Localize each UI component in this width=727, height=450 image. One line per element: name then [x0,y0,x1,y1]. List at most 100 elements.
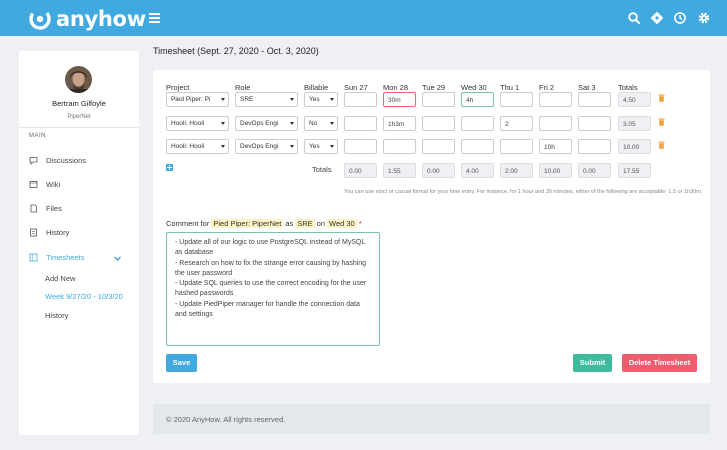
time-input-tue[interactable] [422,116,455,131]
sidebar-item-label: Files [46,203,62,213]
row-total: 4.50 [618,92,651,107]
add-row-button[interactable] [166,164,173,171]
search-icon[interactable] [627,11,641,25]
column-total-mon: 1.55 [383,163,416,178]
sidebar-item-timesheets[interactable]: Timesheets [29,250,134,264]
delete-timesheet-button[interactable]: Delete Timesheet [622,354,697,372]
copyright-text: © 2020 AnyHow. All rights reserved. [166,415,286,424]
trash-icon[interactable] [658,141,665,149]
column-header-billable: Billable [304,83,329,92]
time-input-sat[interactable] [578,92,611,107]
column-header-totals: Totals [618,83,638,92]
column-header-thu: Thu 1 [500,83,520,92]
comment-role: SRE [295,219,315,228]
book-icon [29,180,38,188]
billable-select[interactable]: Yes [304,92,338,107]
user-org: PiperNet [67,114,91,120]
role-select[interactable]: DevOps Engi [235,116,298,131]
sidebar-item-label: Discussions [46,155,87,165]
timesheet-icon [29,253,38,261]
clock-icon[interactable] [673,11,687,25]
column-header-role: Role [235,83,251,92]
sidebar-item-discussions[interactable]: Discussions [29,153,134,167]
gear-icon[interactable] [697,11,711,25]
time-input-fri[interactable]: 10h [539,139,572,154]
divider [19,127,139,128]
project-select[interactable]: Pied Piper: Pi [166,92,229,107]
sidebar-item-history[interactable]: History [29,225,134,239]
app-name: anyhow [56,7,146,31]
time-input-mon[interactable]: 1h3m [383,116,416,131]
row-total: 10.00 [618,139,651,154]
column-header-sat: Sat 3 [578,83,596,92]
time-input-wed[interactable]: 4h [461,92,494,107]
required-marker: * [358,219,362,228]
sidebar: Bertram Gilfoyle PiperNet MAIN Discussio… [19,51,139,435]
project-select[interactable]: Hooli: Hooli [166,139,229,154]
comment-project: Pied Piper: PiperNet [211,219,284,228]
submit-button[interactable]: Submit [573,354,612,372]
trash-icon[interactable] [658,118,665,126]
avatar[interactable] [65,66,92,93]
column-header-mon: Mon 28 [383,83,409,92]
project-select[interactable]: Hooli: Hooli [166,116,229,131]
time-input-sat[interactable] [578,139,611,154]
logo-icon [29,8,51,30]
compass-icon[interactable] [650,11,664,25]
footer: © 2020 AnyHow. All rights reserved. [153,404,710,434]
chat-icon [29,156,38,165]
sidebar-item-wiki[interactable]: Wiki [29,177,134,191]
comment-label: Comment for Pied Piper: PiperNet as SRE … [166,219,362,228]
logo[interactable]: anyhow [29,7,146,31]
time-input-tue[interactable] [422,92,455,107]
time-input-fri[interactable] [539,116,572,131]
chevron-down-icon [114,256,121,261]
column-header-project: Project [166,83,190,92]
time-input-mon[interactable]: 30m [383,92,416,107]
sidebar-subitem-current-week[interactable]: Week 9/27/20 - 10/3/20 [45,292,123,301]
comment-textarea[interactable]: - Update all of our logic to use Postgre… [166,232,380,346]
timesheet-card: Project Role Billable Sun 27 Mon 28 Tue … [153,70,710,383]
history-icon [30,228,37,236]
column-total-sat: 0.00 [578,163,611,178]
sidebar-item-files[interactable]: Files [29,201,134,215]
time-input-sun[interactable] [344,92,377,107]
time-input-wed[interactable] [461,116,494,131]
column-header-sun: Sun 27 [344,83,368,92]
column-total-wed: 4.00 [461,163,494,178]
role-select[interactable]: DevOps Engi [235,139,298,154]
column-header-fri: Fri 2 [539,83,554,92]
user-name: Bertram Gilfoyle [52,99,106,108]
time-input-thu[interactable] [500,139,533,154]
sidebar-subitem-add-new[interactable]: Add New [45,274,75,283]
time-input-sat[interactable] [578,116,611,131]
column-header-tue: Tue 29 [422,83,446,92]
file-icon [30,204,37,212]
totals-label: Totals [312,165,332,174]
sidebar-subitem-history[interactable]: History [45,311,68,320]
column-total-fri: 10.00 [539,163,572,178]
time-input-wed[interactable] [461,139,494,154]
sidebar-item-label: Timesheets [46,252,85,262]
billable-select[interactable]: No [304,116,338,131]
trash-icon[interactable] [658,94,665,102]
menu-toggle-icon[interactable] [149,13,160,23]
sidebar-item-label: History [46,227,70,237]
column-total-thu: 2.00 [500,163,533,178]
sidebar-item-label: Wiki [46,179,61,189]
section-label: MAIN [29,133,46,139]
page-title: Timesheet (Sept. 27, 2020 - Oct. 3, 2020… [153,46,319,56]
time-input-thu[interactable]: 2 [500,116,533,131]
format-hint: You can use strict or casual format for … [344,189,703,195]
save-button[interactable]: Save [166,354,197,372]
role-select[interactable]: SRE [235,92,298,107]
time-input-sun[interactable] [344,139,377,154]
time-input-tue[interactable] [422,139,455,154]
time-input-fri[interactable] [539,92,572,107]
grand-total: 17.55 [618,163,651,178]
time-input-mon[interactable] [383,139,416,154]
billable-select[interactable]: Yes [304,139,338,154]
time-input-sun[interactable] [344,116,377,131]
time-input-thu[interactable] [500,92,533,107]
column-header-wed: Wed 30 [461,83,487,92]
